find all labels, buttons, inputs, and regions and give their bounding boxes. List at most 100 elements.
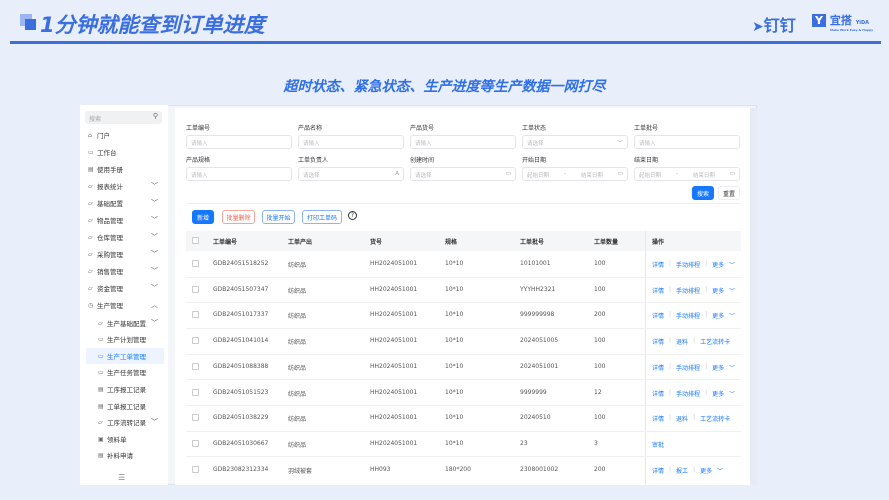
action-link[interactable]: 详情 [652, 311, 664, 320]
reset-button[interactable]: 重置 [718, 186, 740, 200]
sidebar-item[interactable]: ▱ 基础配置 ﹀ [86, 195, 164, 211]
row-checkbox[interactable] [192, 311, 199, 319]
action-link[interactable]: 详情 [652, 260, 664, 269]
filter-input[interactable]: 起始日期 - 结束日期 ▭ [522, 167, 628, 181]
collapse-sidebar-icon[interactable]: ☰ [118, 473, 125, 482]
action-link[interactable]: 退料 [676, 414, 688, 423]
row-checkbox[interactable] [192, 465, 199, 473]
table-cell: 12 [594, 388, 602, 396]
chevron-down-icon: ﹀ [151, 199, 158, 207]
add-button[interactable]: 新增 [192, 210, 214, 224]
row-checkbox[interactable] [192, 388, 199, 396]
placeholder: 结束日期 [692, 173, 715, 179]
batch-delete-button[interactable]: 批量删除 [222, 210, 255, 224]
row-checkbox[interactable] [192, 414, 199, 422]
sidebar-subitem[interactable]: ▤ 工单报工记录 [86, 398, 164, 414]
filter-input[interactable]: 请输入 [410, 135, 516, 149]
action-link[interactable]: 更多 [712, 363, 724, 372]
action-link[interactable]: 详情 [652, 466, 664, 475]
action-link[interactable]: 更多 [712, 311, 724, 320]
row-actions: 详情 | 退料 | 工艺流转卡 [652, 337, 730, 346]
table-cell: 23 [520, 439, 528, 447]
sidebar-item[interactable]: ◷ 生产管理 ︿ [86, 297, 164, 313]
action-link[interactable]: 手动排程 [676, 260, 700, 269]
filter-input[interactable]: 请选择 ▭ [410, 167, 516, 181]
table-cell: 10*10 [445, 439, 464, 447]
filter-label: 工单负责人 [298, 157, 329, 164]
action-link[interactable]: 报工 [676, 466, 688, 475]
calendar-icon: ▭ [617, 171, 623, 177]
sidebar-item-label: 工单报工记录 [107, 403, 146, 411]
sidebar-subitem[interactable]: ▤ 工序报工记录 [86, 381, 164, 397]
filter-input[interactable]: 请选择 ﹀ [522, 135, 628, 149]
sidebar-subitem[interactable]: ▭ 生产任务管理 [86, 364, 164, 380]
sidebar-subitem[interactable]: ▭ 生产工单管理 [86, 348, 164, 364]
filter-label: 工单编号 [186, 125, 211, 132]
folder-icon: ▱ [88, 284, 93, 292]
sidebar-item[interactable]: ▱ 仓库管理 ﹀ [86, 229, 164, 245]
action-link[interactable]: 手动排程 [676, 286, 700, 295]
row-checkbox[interactable] [192, 439, 199, 447]
sidebar-item[interactable]: ▱ 销售管理 ﹀ [86, 263, 164, 279]
action-link[interactable]: 详情 [652, 286, 664, 295]
sidebar-subitem[interactable]: ▱ 工序流转记录 ﹀ [86, 414, 164, 430]
table-cell: HH2024051001 [370, 337, 418, 345]
action-link[interactable]: 更多 [712, 286, 724, 295]
row-divider [186, 302, 741, 304]
batch-start-button[interactable]: 批量开始 [262, 210, 295, 224]
sidebar-item[interactable]: ▱ 物品管理 ﹀ [86, 212, 164, 228]
dingtalk-logo: ➤钉钉 [752, 16, 796, 35]
row-checkbox[interactable] [192, 260, 199, 267]
header-divider [10, 41, 881, 44]
filter-input[interactable]: 请选择 A [298, 167, 404, 181]
row-checkbox[interactable] [192, 337, 199, 345]
folder-icon: ▱ [88, 199, 93, 207]
action-separator: | [693, 465, 696, 473]
help-icon[interactable]: ? [348, 211, 357, 220]
filter-input[interactable]: 请输入 [186, 167, 292, 181]
action-link[interactable]: 更多 [700, 466, 712, 475]
sidebar-item[interactable]: ▤ 使用手册 [86, 161, 164, 177]
action-link[interactable]: 详情 [652, 389, 664, 398]
action-link[interactable]: 更多 [712, 260, 724, 269]
action-link[interactable]: 工艺流转卡 [700, 337, 730, 346]
print-code-button[interactable]: 打印工单码 [302, 210, 342, 224]
sidebar-subitem[interactable]: ▱ 生产基础配置 ﹀ [86, 315, 164, 331]
action-link[interactable]: 工艺流转卡 [700, 414, 730, 423]
placeholder: 请输入 [415, 141, 432, 147]
sidebar-item[interactable]: ▱ 采购管理 ﹀ [86, 246, 164, 262]
sidebar-item[interactable]: ▱ 资金管理 ﹀ [86, 280, 164, 296]
select-all-checkbox[interactable] [192, 237, 199, 244]
table-cell: 3 [594, 439, 598, 447]
form-icon: ▤ [98, 385, 104, 393]
filter-input[interactable]: 请输入 [298, 135, 404, 149]
action-link[interactable]: 手动排程 [676, 311, 700, 320]
filter-input[interactable]: 请输入 [186, 135, 292, 149]
action-link[interactable]: 详情 [652, 363, 664, 372]
action-link[interactable]: 详情 [652, 414, 664, 423]
action-link[interactable]: 详情 [652, 337, 664, 346]
sidebar-subitem[interactable]: ▣ 领料单 [86, 431, 164, 447]
action-link[interactable]: 退料 [676, 337, 688, 346]
filter-input[interactable]: 起始日期 - 结束日期 ▭ [634, 167, 740, 181]
sidebar-search-input[interactable]: 搜索 ⚲ [85, 111, 162, 124]
action-link[interactable]: 手动排程 [676, 389, 700, 398]
action-link[interactable]: 审批 [652, 440, 664, 449]
sidebar-item[interactable]: ⌂ 门户 [86, 127, 164, 143]
search-button[interactable]: 搜索 [692, 186, 714, 200]
range-separator: - [563, 171, 566, 177]
sidebar-item[interactable]: ▭ 工作台 [86, 144, 164, 160]
table-cell: 2024051001 [520, 362, 559, 370]
row-checkbox[interactable] [192, 285, 199, 293]
sidebar-subitem[interactable]: ▤ 补料申请 [86, 447, 164, 463]
action-link[interactable]: 手动排程 [676, 363, 700, 372]
chevron-down-icon: ﹀ [729, 364, 736, 372]
sidebar-item-label: 工序报工记录 [107, 386, 146, 394]
action-separator: | [669, 285, 672, 293]
sidebar-subitem[interactable]: ▭ 生产计划管理 [86, 331, 164, 347]
row-checkbox[interactable] [192, 362, 199, 370]
scrollbar[interactable] [750, 108, 757, 485]
sidebar-item[interactable]: ▱ 报表统计 ﹀ [86, 178, 164, 194]
filter-input[interactable]: 请输入 [634, 135, 740, 149]
action-link[interactable]: 更多 [712, 389, 724, 398]
